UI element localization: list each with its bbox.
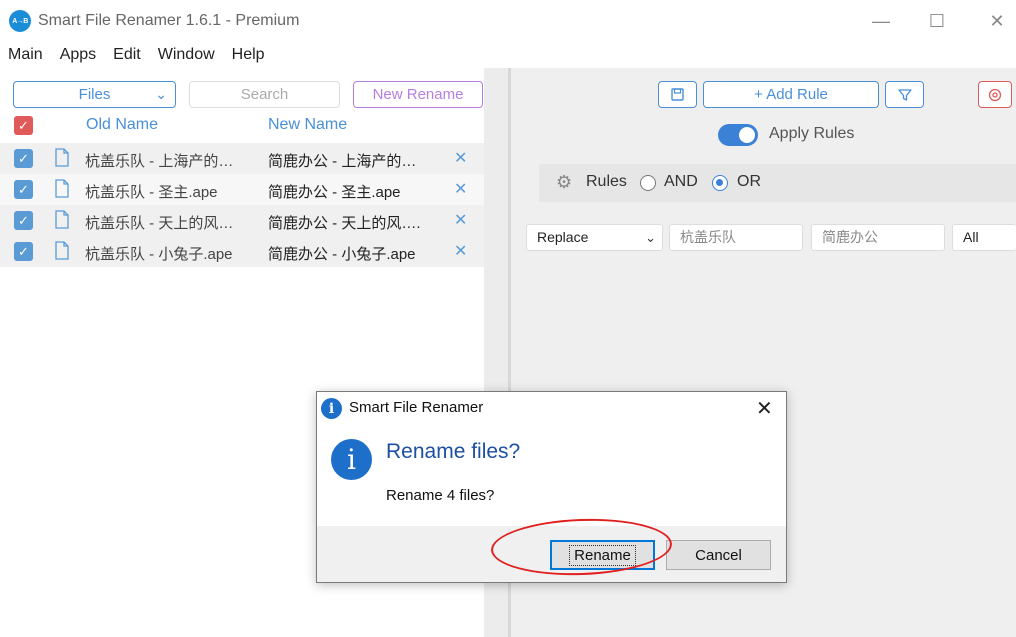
row-checkbox[interactable]: ✓ [14, 242, 33, 261]
scope-select[interactable]: All [952, 224, 1016, 251]
file-row[interactable]: ✓ 杭盖乐队 - 天上的风… 简鹿办公 - 天上的风…. ✕ [0, 205, 484, 236]
file-icon [55, 179, 69, 198]
menu-help[interactable]: Help [232, 46, 265, 64]
dialog-heading: Rename files? [386, 440, 521, 463]
window-title: Smart File Renamer 1.6.1 - Premium [38, 12, 300, 29]
close-window-button[interactable]: ✕ [982, 8, 1012, 34]
add-rule-button[interactable]: + Add Rule [703, 81, 879, 108]
filter-icon [897, 88, 912, 101]
dialog-title: Smart File Renamer [349, 399, 484, 416]
remove-row-icon[interactable]: ✕ [454, 179, 467, 199]
or-radio[interactable] [712, 175, 728, 191]
file-icon [55, 148, 69, 167]
file-row[interactable]: ✓ 杭盖乐队 - 上海产的… 简鹿办公 - 上海产的… ✕ [0, 143, 484, 174]
minimize-button[interactable]: — [866, 8, 896, 34]
menu-window[interactable]: Window [158, 46, 215, 64]
chevron-down-icon: ⌄ [155, 86, 167, 102]
file-icon [55, 210, 69, 229]
files-dropdown-label: Files [78, 86, 111, 103]
new-name: 简鹿办公 - 天上的风…. [268, 215, 421, 232]
cancel-button[interactable]: Cancel [666, 540, 771, 570]
select-all-checkbox[interactable]: ✓ [14, 116, 33, 135]
remove-row-icon[interactable]: ✕ [454, 210, 467, 230]
menu-apps[interactable]: Apps [60, 46, 96, 64]
settings-red-icon [988, 88, 1002, 101]
and-radio-label[interactable]: AND [664, 173, 698, 191]
files-dropdown[interactable]: Files ⌄ [13, 81, 176, 108]
dialog-message: Rename 4 files? [386, 487, 495, 504]
remove-row-icon[interactable]: ✕ [454, 148, 467, 168]
old-name: 杭盖乐队 - 小兔子.ape [85, 246, 233, 263]
rule-type-select[interactable]: Replace ⌄ [526, 224, 663, 251]
info-large-icon: i [331, 439, 372, 480]
remove-row-icon[interactable]: ✕ [454, 241, 467, 261]
old-name: 杭盖乐队 - 上海产的… [85, 153, 234, 170]
old-name: 杭盖乐队 - 圣主.ape [85, 184, 218, 201]
file-icon [55, 241, 69, 260]
new-name: 简鹿办公 - 上海产的… [268, 153, 417, 170]
gear-icon[interactable]: ⚙ [556, 172, 572, 193]
apply-rules-toggle[interactable] [718, 124, 758, 146]
row-checkbox[interactable]: ✓ [14, 180, 33, 199]
and-radio[interactable] [640, 175, 656, 191]
info-icon: i [321, 398, 342, 419]
menu-bar: Main Apps Edit Window Help [0, 42, 1016, 68]
filter-button[interactable] [885, 81, 924, 108]
new-name: 简鹿办公 - 圣主.ape [268, 184, 401, 201]
replace-text-input[interactable]: 简鹿办公 [811, 224, 945, 251]
file-row[interactable]: ✓ 杭盖乐队 - 小兔子.ape 简鹿办公 - 小兔子.ape ✕ [0, 236, 484, 267]
save-icon [671, 88, 684, 101]
rules-label: Rules [586, 173, 627, 190]
find-text-input[interactable]: 杭盖乐队 [669, 224, 803, 251]
column-header-old-name[interactable]: Old Name [86, 116, 158, 134]
row-checkbox[interactable]: ✓ [14, 211, 33, 230]
file-row[interactable]: ✓ 杭盖乐队 - 圣主.ape 简鹿办公 - 圣主.ape ✕ [0, 174, 484, 205]
rule-type-value: Replace [537, 229, 589, 245]
old-name: 杭盖乐队 - 天上的风… [85, 215, 234, 232]
row-checkbox[interactable]: ✓ [14, 149, 33, 168]
column-header-new-name[interactable]: New Name [268, 116, 347, 134]
app-logo-icon: A→B [9, 10, 31, 32]
toggle-knob [739, 127, 755, 143]
save-button[interactable] [658, 81, 697, 108]
new-rename-button[interactable]: New Rename [353, 81, 483, 108]
maximize-button[interactable]: ☐ [922, 8, 952, 34]
menu-edit[interactable]: Edit [113, 46, 141, 64]
clear-rules-button[interactable] [978, 81, 1012, 108]
chevron-down-icon: ⌄ [645, 230, 656, 245]
or-radio-label[interactable]: OR [737, 173, 761, 191]
dialog-close-button[interactable]: ✕ [756, 396, 773, 421]
new-name: 简鹿办公 - 小兔子.ape [268, 246, 416, 263]
menu-main[interactable]: Main [8, 46, 43, 64]
apply-rules-label: Apply Rules [769, 125, 855, 142]
title-bar: A→B Smart File Renamer 1.6.1 - Premium —… [0, 0, 1016, 42]
search-input[interactable]: Search [189, 81, 340, 108]
